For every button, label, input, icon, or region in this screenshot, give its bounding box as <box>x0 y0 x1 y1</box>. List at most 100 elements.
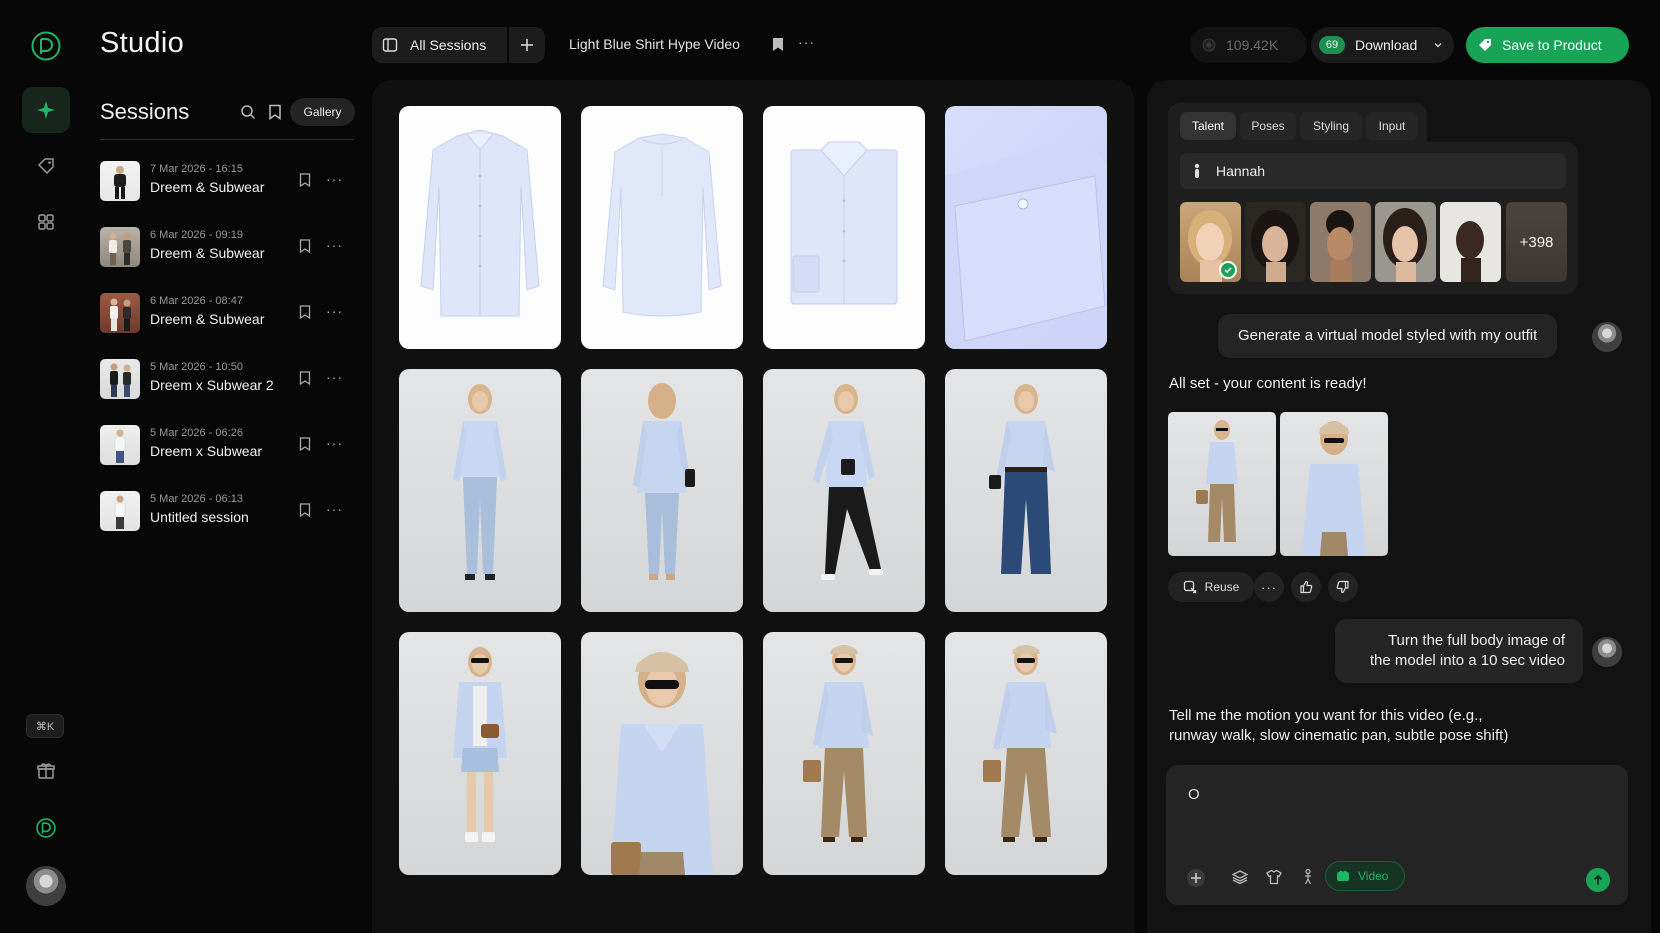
generated-image-2[interactable] <box>1280 412 1388 556</box>
sparkle-icon <box>37 101 55 119</box>
all-sessions-button[interactable]: All Sessions <box>372 27 507 63</box>
gallery-image-model-back[interactable] <box>581 369 743 612</box>
sessions-divider <box>100 139 354 140</box>
session-item[interactable]: 5 Mar 2026 - 10:50 Dreem x Subwear 2 ··· <box>100 357 356 401</box>
grid-icon <box>38 214 54 230</box>
session-thumbnail <box>100 359 140 399</box>
session-date: 7 Mar 2026 - 16:15 <box>150 163 243 175</box>
tab-talent[interactable]: Talent <box>1180 112 1236 140</box>
session-name: Dreem & Subwear <box>150 179 265 195</box>
more-options-icon[interactable]: ··· <box>326 435 343 451</box>
message-more-icon[interactable]: ··· <box>1254 572 1284 602</box>
more-options-icon[interactable]: ··· <box>326 171 343 187</box>
gallery-image-model-shorts[interactable] <box>399 632 561 875</box>
rail-tags-button[interactable] <box>22 143 70 189</box>
download-button[interactable]: 69 Download <box>1311 27 1454 63</box>
add-attachment-icon[interactable] <box>1186 868 1206 888</box>
session-name: Untitled session <box>150 509 249 525</box>
assistant-message: All set - your content is ready! <box>1169 375 1367 392</box>
rail-grid-button[interactable] <box>22 199 70 245</box>
thumbs-up-button[interactable] <box>1291 572 1321 602</box>
send-button[interactable] <box>1586 868 1610 892</box>
tag-icon <box>37 158 54 175</box>
sessions-title: Sessions <box>100 99 190 124</box>
bookmark-icon[interactable] <box>299 437 311 451</box>
talent-avatar[interactable] <box>1440 202 1501 282</box>
session-name: Dreem & Subwear <box>150 245 265 261</box>
brand-logo-icon[interactable] <box>30 30 62 62</box>
credits-value: 109.42K <box>1226 37 1279 53</box>
session-bookmark-icon[interactable] <box>772 37 784 52</box>
session-name: Dreem & Subwear <box>150 311 265 327</box>
new-session-button[interactable] <box>509 27 545 63</box>
rail-brand-button[interactable] <box>22 805 70 851</box>
talent-avatar[interactable] <box>1375 202 1436 282</box>
search-icon[interactable] <box>240 104 256 120</box>
composer-input[interactable]: O <box>1188 786 1200 803</box>
gallery-image-shirt-back[interactable] <box>581 106 743 349</box>
session-item[interactable]: 6 Mar 2026 - 09:19 Dreem & Subwear ··· <box>100 225 356 269</box>
session-item[interactable]: 5 Mar 2026 - 06:13 Untitled session ··· <box>100 489 356 533</box>
video-mode-chip[interactable]: Video <box>1325 861 1405 891</box>
session-more-icon[interactable]: ··· <box>798 34 815 50</box>
video-chip-label: Video <box>1358 869 1389 883</box>
tab-poses[interactable]: Poses <box>1240 112 1296 140</box>
save-to-product-button[interactable]: Save to Product <box>1466 27 1629 63</box>
rail-generate-button[interactable] <box>22 87 70 133</box>
reuse-label: Reuse <box>1204 580 1240 594</box>
gallery-image-model-walking[interactable] <box>763 369 925 612</box>
current-session-title[interactable]: Light Blue Shirt Hype Video <box>569 36 740 52</box>
selected-check-icon <box>1219 261 1237 279</box>
gallery-image-model-closeup[interactable] <box>581 632 743 875</box>
bookmark-filter-icon[interactable] <box>268 104 282 120</box>
session-item[interactable]: 7 Mar 2026 - 16:15 Dreem & Subwear ··· <box>100 159 356 203</box>
session-thumbnail <box>100 425 140 465</box>
user-message-line: Turn the full body image of <box>1387 632 1565 649</box>
more-options-icon[interactable]: ··· <box>326 501 343 517</box>
command-shortcut-badge[interactable]: ⌘K <box>26 714 64 738</box>
bookmark-icon[interactable] <box>299 239 311 253</box>
rail-gift-button[interactable] <box>22 748 70 794</box>
chevron-down-icon <box>1434 43 1442 48</box>
gallery-button[interactable]: Gallery <box>290 98 355 126</box>
gallery-image-shirt-folded[interactable] <box>763 106 925 349</box>
bookmark-icon[interactable] <box>299 503 311 517</box>
talent-avatar[interactable] <box>1245 202 1306 282</box>
gallery-image-shirt-cuff[interactable] <box>945 106 1107 349</box>
session-date: 5 Mar 2026 - 06:26 <box>150 427 243 439</box>
user-avatar[interactable] <box>26 866 66 906</box>
gift-icon <box>37 763 55 779</box>
talent-selector[interactable]: Hannah <box>1180 153 1566 189</box>
gallery-image-model-chinos-side[interactable] <box>945 632 1107 875</box>
session-item[interactable]: 5 Mar 2026 - 06:26 Dreem x Subwear ··· <box>100 423 356 467</box>
bookmark-icon[interactable] <box>299 305 311 319</box>
more-options-icon[interactable]: ··· <box>326 237 343 253</box>
sidebar-panel-icon <box>382 38 398 52</box>
reuse-icon <box>1183 580 1196 594</box>
thumbs-down-button[interactable] <box>1328 572 1358 602</box>
gallery-image-shirt-front[interactable] <box>399 106 561 349</box>
session-date: 5 Mar 2026 - 10:50 <box>150 361 243 373</box>
tab-styling[interactable]: Styling <box>1300 112 1362 140</box>
more-options-icon[interactable]: ··· <box>326 369 343 385</box>
user-message-avatar <box>1592 322 1622 352</box>
tab-input[interactable]: Input <box>1366 112 1418 140</box>
session-item[interactable]: 6 Mar 2026 - 08:47 Dreem & Subwear ··· <box>100 291 356 335</box>
gallery-image-model-chinos[interactable] <box>763 632 925 875</box>
credits-indicator: 109.42K <box>1190 27 1307 63</box>
brand-small-icon <box>36 818 56 838</box>
gallery-image-model-front[interactable] <box>399 369 561 612</box>
layers-icon[interactable] <box>1232 869 1248 885</box>
generated-image-1[interactable] <box>1168 412 1276 556</box>
reuse-button[interactable]: Reuse <box>1168 572 1254 602</box>
talent-avatar[interactable] <box>1310 202 1371 282</box>
more-talent-button[interactable]: +398 <box>1506 202 1567 282</box>
more-options-icon[interactable]: ··· <box>326 303 343 319</box>
pose-icon[interactable] <box>1302 869 1314 885</box>
shirt-icon[interactable] <box>1266 869 1282 885</box>
session-date: 5 Mar 2026 - 06:13 <box>150 493 243 505</box>
bookmark-icon[interactable] <box>299 173 311 187</box>
gallery-image-model-jeans[interactable] <box>945 369 1107 612</box>
session-name: Dreem x Subwear <box>150 443 263 459</box>
bookmark-icon[interactable] <box>299 371 311 385</box>
